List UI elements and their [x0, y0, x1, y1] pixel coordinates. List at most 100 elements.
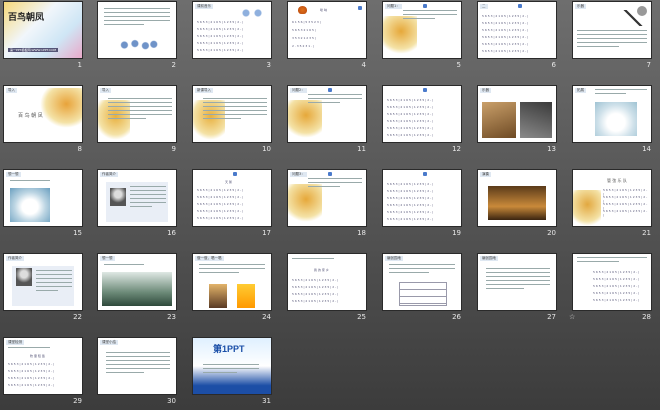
text-lines	[486, 268, 550, 292]
speaker-icon[interactable]	[328, 172, 332, 176]
slide-thumbnail[interactable]: 百鸟朝凤 第一PPT模板网-WWW.1PPT.COM 1	[4, 2, 82, 71]
slide-thumbnail[interactable]: 新课导入 10	[193, 86, 271, 155]
slide-thumbnail[interactable]: 想一想 23	[98, 254, 176, 323]
speaker-icon[interactable]	[233, 172, 237, 176]
speaker-icon[interactable]	[423, 88, 427, 92]
score-row: 5 6 5 3 | 2 1 6 5 | 1 2 3 5 | 2 - |	[197, 20, 244, 24]
slide-thumbnail[interactable]: 课堂检测牧 童 短 笛 5 6 5 3 | 2 1 6 5 | 1 2 3 5 |…	[4, 338, 82, 407]
slide-number-label: 23	[167, 313, 176, 321]
score-row: 5 6 5 3 | 2 1 6 5 | 1 2 3 5 | 2 - |	[387, 196, 434, 200]
text-lines	[8, 347, 78, 351]
slide-preview[interactable]: 二 5 6 5 3 | 2 1 6 5 | 1 2 3 5 | 2 - | 5 6 …	[478, 2, 556, 58]
slide-preview[interactable]: 新课导入	[193, 86, 271, 142]
slide-thumbnail[interactable]: 做一做，唱一唱 24	[193, 254, 271, 323]
slide-preview[interactable]: 做一做，唱一唱	[193, 254, 271, 310]
performer-photo	[237, 284, 255, 308]
slide-preview[interactable]: 作者简介	[98, 170, 176, 226]
slide-thumbnail[interactable]: 编创园地 27	[478, 254, 556, 323]
slide-thumbnail[interactable]: 天 鹅 5 6 5 3 | 2 1 6 5 | 1 2 3 5 | 2 - | 5 …	[193, 170, 271, 239]
slide-preview[interactable]: 乐器	[573, 2, 651, 58]
slide-preview[interactable]: 第1PPT	[193, 338, 271, 394]
slide-number: 17	[193, 228, 271, 238]
slide-thumbnail[interactable]: 乐器 7	[573, 2, 651, 71]
slide-preview[interactable]: 问题3：	[288, 170, 366, 226]
slide-thumbnail[interactable]: 5 6 5 3 | 2 1 6 5 | 1 2 3 5 | 2 - | 5 6 5…	[383, 170, 461, 239]
slide-thumbnail[interactable]: 拓展 14	[573, 86, 651, 155]
slide-preview[interactable]: 拓展	[573, 86, 651, 142]
slide-thumbnail[interactable]: 导入 9	[98, 86, 176, 155]
slide-preview[interactable]: 问题1：	[383, 2, 461, 58]
slide-preview[interactable]: 百鸟朝凤 第一PPT模板网-WWW.1PPT.COM	[4, 2, 82, 58]
score-row: 5 6 5 3 | 2 1 6 5 | 1 2 3 5 | 2 - |	[593, 284, 640, 288]
slide-number: 20	[478, 228, 556, 238]
slide-preview[interactable]: 乐器	[478, 86, 556, 142]
slide-preview[interactable]: 5 6 5 3 | 2 1 6 5 | 1 2 3 5 | 2 - | 5 6 5…	[383, 170, 461, 226]
slide-preview[interactable]: 5 6 5 3 | 2 1 6 5 | 1 2 3 5 | 2 - | 5 6 5…	[383, 86, 461, 142]
slide-preview[interactable]: 课堂检测牧 童 短 笛 5 6 5 3 | 2 1 6 5 | 1 2 3 5 |…	[4, 338, 82, 394]
slide-preview[interactable]: 导入	[98, 86, 176, 142]
slide-thumbnail[interactable]: 我 的 家 乡 5 6 5 3 | 2 1 6 5 | 1 2 3 5 | 2 -…	[288, 254, 366, 323]
text-lines	[403, 10, 457, 22]
slide-heading: 拓展	[575, 88, 586, 93]
slide-number: 7	[573, 60, 651, 70]
slide-heading: 想一想	[6, 172, 21, 177]
slide-number-label: 19	[452, 229, 461, 237]
instrument-photo	[520, 102, 552, 138]
instrument-photo	[482, 102, 516, 138]
slide-thumbnail[interactable]: 问题2： 11	[288, 86, 366, 155]
landscape-painting	[102, 272, 172, 306]
text-lines	[203, 364, 259, 376]
speaker-icon[interactable]	[328, 88, 332, 92]
slide-preview[interactable]: 编创园地	[478, 254, 556, 310]
slide-preview[interactable]: 作者简介	[4, 254, 82, 310]
slide-thumbnail[interactable]: 导入百 鸟 朝 凤 8	[4, 86, 82, 155]
slide-number-label: 30	[167, 397, 176, 405]
slide-thumbnail[interactable]: 课前音乐 5 6 5 3 | 2 1 6 5 | 1 2 3 5 | 2 - | 5…	[193, 2, 271, 71]
slide-thumbnail[interactable]: 演奏 20	[478, 170, 556, 239]
slide-thumbnail[interactable]: 5 6 5 3 | 2 1 6 5 | 1 2 3 5 | 2 - | 5 6 5…	[383, 86, 461, 155]
slide-preview[interactable]	[98, 2, 176, 58]
slide-preview[interactable]: 管 弦 乐 队 5 6 5 3 | 2 1 6 5 | 1 2 3 5 | 2 -…	[573, 170, 651, 226]
slide-thumbnail[interactable]: 2	[98, 2, 176, 71]
slide-thumbnail[interactable]: 第1PPT 31	[193, 338, 271, 407]
slide-preview[interactable]: 我 的 家 乡 5 6 5 3 | 2 1 6 5 | 1 2 3 5 | 2 -…	[288, 254, 366, 310]
slide-thumbnail[interactable]: 5 6 5 3 | 2 1 6 5 | 1 2 3 5 | 2 - | 5 6 5…	[569, 254, 651, 323]
slide-preview[interactable]: 唢 呐 6 1 5 6 | 5 3 5 2 3 | 5 6 5 3 2 1 6 5 …	[288, 2, 366, 58]
slide-thumbnail[interactable]: 作者简介 16	[98, 170, 176, 239]
slide-number-label: 2	[171, 61, 176, 69]
slide-number-label: 8	[77, 145, 82, 153]
slide-thumbnail[interactable]: 管 弦 乐 队 5 6 5 3 | 2 1 6 5 | 1 2 3 5 | 2 -…	[573, 170, 651, 239]
slide-preview[interactable]: 导入百 鸟 朝 凤	[4, 86, 82, 142]
slide-thumbnail[interactable]: 乐器 13	[478, 86, 556, 155]
slide-preview[interactable]: 5 6 5 3 | 2 1 6 5 | 1 2 3 5 | 2 - | 5 6 5…	[573, 254, 651, 310]
score-row: 5 6 5 3 | 2 1 6 5 | 1 2 3 5 | 2 - |	[387, 217, 434, 221]
slide-preview[interactable]: 想一想	[4, 170, 82, 226]
slide-thumbnail[interactable]: 问题1： 5	[383, 2, 461, 71]
text-lines	[577, 257, 647, 265]
slide-thumbnail[interactable]: 编创园地 26	[383, 254, 461, 323]
slide-preview[interactable]: 编创园地	[383, 254, 461, 310]
slide-thumbnail[interactable]: 课堂小结 30	[98, 338, 176, 407]
performer-photo	[209, 284, 227, 308]
score-row: 5 6 5 3 | 2 1 6 5 | 1 2 3 5 | 2 - |	[292, 292, 339, 296]
speaker-icon[interactable]	[518, 4, 522, 8]
slide-preview[interactable]: 课堂小结	[98, 338, 176, 394]
score-row: 5 6 5 3 | 2 1 6 5 | 1 2 3 5 | 2 - |	[387, 133, 434, 137]
speaker-icon[interactable]	[358, 6, 362, 10]
slide-thumbnail[interactable]: 作者简介 22	[4, 254, 82, 323]
score-row: 5 6 5 3 | 2 1 6 5 | 1 2 3 5 | 2 - |	[197, 34, 244, 38]
slide-preview[interactable]: 天 鹅 5 6 5 3 | 2 1 6 5 | 1 2 3 5 | 2 - | 5 …	[193, 170, 271, 226]
slide-thumbnail[interactable]: 唢 呐 6 1 5 6 | 5 3 5 2 3 | 5 6 5 3 2 1 6 5 …	[288, 2, 366, 71]
score-row: 5 6 5 3 | 2 1 6 5 | 1 2 3 5 | 2 - |	[387, 119, 434, 123]
slide-number: 22	[4, 312, 82, 322]
slide-preview[interactable]: 课前音乐 5 6 5 3 | 2 1 6 5 | 1 2 3 5 | 2 - | 5…	[193, 2, 271, 58]
speaker-icon[interactable]	[423, 4, 427, 8]
slide-preview[interactable]: 想一想	[98, 254, 176, 310]
slide-thumbnail[interactable]: 问题3： 18	[288, 170, 366, 239]
slide-thumbnail[interactable]: 二 5 6 5 3 | 2 1 6 5 | 1 2 3 5 | 2 - | 5 6 …	[478, 2, 556, 71]
speaker-icon[interactable]	[423, 172, 427, 176]
slide-preview[interactable]: 问题2：	[288, 86, 366, 142]
slide-preview[interactable]: 演奏	[478, 170, 556, 226]
slide-thumbnail[interactable]: 想一想 15	[4, 170, 82, 239]
slide-number-label: 1	[77, 61, 82, 69]
